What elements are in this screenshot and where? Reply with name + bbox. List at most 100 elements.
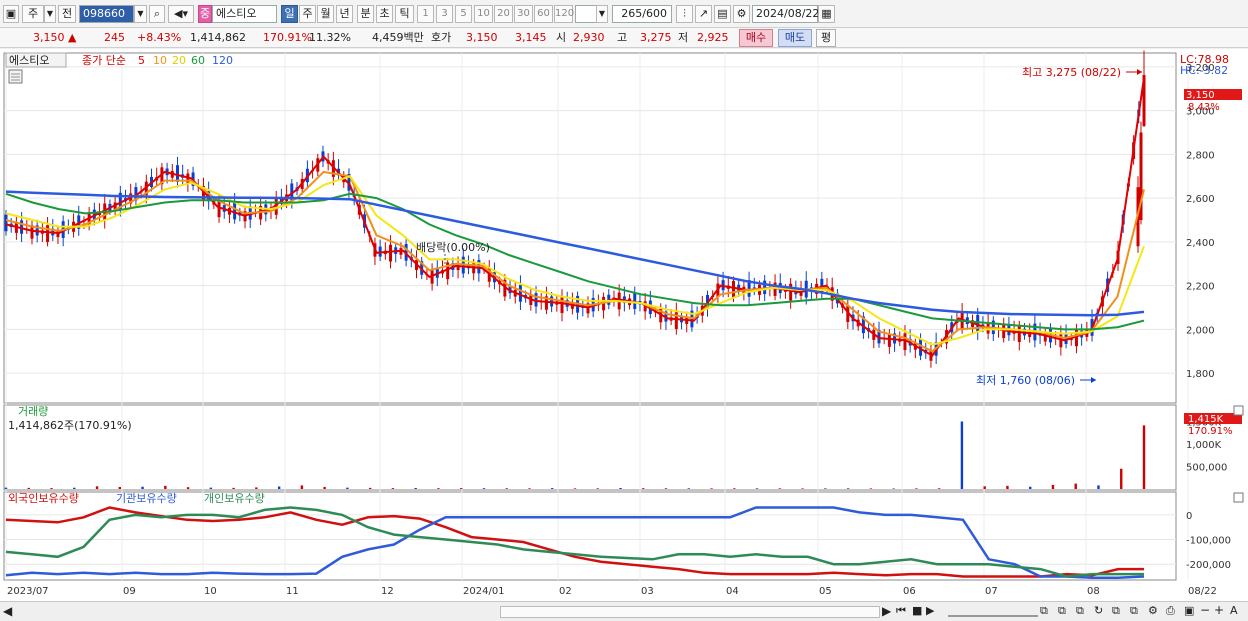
period-minute[interactable]: 분 xyxy=(357,5,374,23)
interval-10[interactable]: 10 xyxy=(474,5,493,23)
arrange-icon[interactable]: ⧉ xyxy=(1112,604,1120,618)
compare-icon[interactable]: ⧉ xyxy=(1058,604,1066,618)
scroll-thumb[interactable] xyxy=(500,606,880,618)
volume-bar xyxy=(368,487,372,489)
x-tick-label: 02 xyxy=(559,586,572,597)
zoom-out-icon[interactable]: − xyxy=(1200,603,1210,617)
interval-3[interactable]: 3 xyxy=(436,5,453,23)
candle-body xyxy=(633,292,637,309)
holding-tick-label: 0 xyxy=(1186,511,1192,522)
refresh-icon[interactable]: ↻ xyxy=(1094,604,1103,617)
zoom-in-icon[interactable]: + xyxy=(1214,603,1224,617)
copy-icon[interactable]: ⧉ xyxy=(1076,604,1084,618)
interval-dropdown-icon[interactable]: ▼ xyxy=(596,5,608,23)
period-second[interactable]: 초 xyxy=(376,5,393,23)
low-value: 2,925 xyxy=(697,31,729,44)
bid-value: 3,145 xyxy=(515,31,547,44)
window-icon[interactable]: ▣ xyxy=(3,5,19,23)
buy-button[interactable]: 매수 xyxy=(739,29,773,47)
period-week[interactable]: 주 xyxy=(299,5,316,23)
scrollbar[interactable]: ◀ ▶ ⏮ ■ ▶ ⧉ ⧉ ⧉ ↻ ⧉ ⧉ ⚙ ⎙ ▣ − + A xyxy=(0,601,1248,621)
volume-bar xyxy=(118,486,121,489)
table-icon[interactable] xyxy=(8,69,23,84)
volume-close-icon[interactable] xyxy=(1233,405,1244,416)
x-tick-label: 2023/07 xyxy=(7,586,49,597)
print-icon[interactable]: ⎙ xyxy=(1166,604,1175,618)
zoom-slider[interactable] xyxy=(948,605,1038,617)
period-month[interactable]: 월 xyxy=(317,5,334,23)
period-day[interactable]: 일 xyxy=(281,5,298,23)
interval-20[interactable]: 20 xyxy=(494,5,513,23)
font-size-icon[interactable]: A xyxy=(1230,604,1238,617)
stock-name-field[interactable]: 에스티오 xyxy=(212,5,277,23)
sell-button[interactable]: 매도 xyxy=(778,29,812,47)
volume-tick-label: 1,000K xyxy=(1186,440,1222,451)
code-dropdown-icon[interactable]: ▼ xyxy=(134,5,147,23)
legend-institution: 기관보유수량 xyxy=(116,492,177,505)
price-value: 3,150 ▲ xyxy=(33,31,77,44)
ma-label: 종가 단순 xyxy=(82,54,126,67)
candle-icon[interactable]: ⫶ xyxy=(676,5,693,23)
candle-body xyxy=(46,225,50,243)
period-year[interactable]: 년 xyxy=(336,5,353,23)
price-tick-label: 2,600 xyxy=(1186,194,1215,205)
scroll-right-icon[interactable]: ▶ xyxy=(882,604,891,618)
x-tick-label: 05 xyxy=(819,586,832,597)
holdings-close-icon[interactable] xyxy=(1233,492,1244,503)
line-tool-icon[interactable]: ↗ xyxy=(695,5,712,23)
settings-small-icon[interactable]: ⚙ xyxy=(1148,604,1158,617)
stock-badge: 중 xyxy=(198,5,212,23)
interval-60[interactable]: 60 xyxy=(534,5,553,23)
chevron-down-icon[interactable]: ▼ xyxy=(44,5,56,23)
panel-icon[interactable]: ▣ xyxy=(1184,604,1194,617)
volume-bar xyxy=(869,488,873,489)
interval-30[interactable]: 30 xyxy=(514,5,533,23)
period-tick[interactable]: 틱 xyxy=(395,5,414,23)
interval-5[interactable]: 5 xyxy=(455,5,472,23)
date-field[interactable]: 2024/08/22 xyxy=(752,5,819,23)
volume-bar xyxy=(1006,485,1009,489)
open-label: 시 xyxy=(556,31,567,44)
prev-button[interactable]: 전 xyxy=(58,5,76,23)
price-panel-name: 에스티오 xyxy=(9,54,49,67)
interval-120[interactable]: 120 xyxy=(554,5,574,23)
candle-body xyxy=(389,244,393,262)
volume-bar xyxy=(277,486,281,489)
type-select[interactable]: 주 xyxy=(22,5,44,23)
gear-icon[interactable]: ⚙ xyxy=(733,5,750,23)
link-icon[interactable]: ⧉ xyxy=(1130,604,1138,618)
volume-bar xyxy=(232,487,235,489)
scroll-left-icon[interactable]: ◀ xyxy=(3,604,12,618)
volume-bar xyxy=(551,488,554,489)
low-label: 저 xyxy=(678,31,689,44)
volume-bar xyxy=(755,488,759,489)
speaker-icon[interactable]: ◀▾ xyxy=(168,5,194,23)
amount-value: 4,459백만 xyxy=(372,31,424,44)
calendar-icon[interactable]: ▦ xyxy=(818,5,835,23)
volume-bar xyxy=(642,488,645,489)
volume-bar xyxy=(1142,425,1146,489)
volume-bar xyxy=(801,488,804,489)
save-icon[interactable]: ▤ xyxy=(714,5,731,23)
volume-bar xyxy=(892,488,895,489)
price-tick-label: 2,200 xyxy=(1186,282,1215,293)
count-field[interactable]: 265/600 xyxy=(612,5,672,23)
volume-bar xyxy=(528,488,531,489)
code-input[interactable]: 098660 xyxy=(79,5,134,23)
eval-button[interactable]: 평 xyxy=(816,29,836,47)
volume-bar xyxy=(664,488,668,489)
volume-bar xyxy=(573,488,577,489)
ask-value: 3,150 xyxy=(466,31,498,44)
volume-bar xyxy=(1074,483,1077,489)
stock-chart[interactable]: 에스티오 종가 단순 5 10 20 60 120 LC:78.98 HC:-3… xyxy=(0,49,1248,601)
volume-bar xyxy=(50,488,53,489)
play-icon[interactable]: ▶ xyxy=(926,604,934,617)
volume-ratio: 170.91% xyxy=(263,31,312,44)
legend-foreign: 외국인보유수량 xyxy=(8,492,79,505)
interval-1[interactable]: 1 xyxy=(417,5,434,23)
holding-tick-label: -200,000 xyxy=(1186,560,1231,571)
stop-icon[interactable]: ■ xyxy=(912,604,922,617)
search-icon[interactable]: ⌕ xyxy=(149,5,165,23)
rewind-icon[interactable]: ⏮ xyxy=(896,604,906,618)
layout-icon[interactable]: ⧉ xyxy=(1040,604,1048,618)
